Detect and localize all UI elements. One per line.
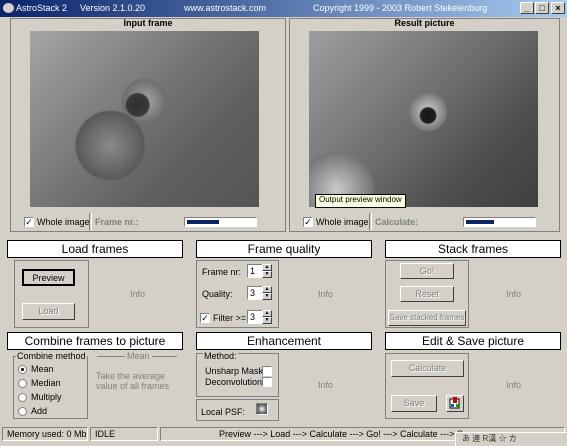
save-picture-button[interactable]: Save (391, 395, 437, 412)
quality-frame-nr-label: Frame nr: (202, 267, 242, 277)
status-memory: Memory used: 0 Mb (2, 427, 88, 441)
output-preview-tooltip: Output preview window (315, 194, 406, 208)
frame-nr-label: Frame nr.: (95, 217, 139, 227)
load-button[interactable]: Load (22, 303, 75, 320)
quality-label: Quality: (202, 289, 233, 299)
input-whole-image-label: Whole image (37, 217, 90, 227)
minimize-button[interactable]: _ (520, 2, 534, 14)
close-button[interactable]: × (551, 2, 565, 14)
result-whole-image-checkbox[interactable]: ✓ (303, 217, 313, 227)
app-title: AstroStack 2 (16, 3, 68, 13)
title-bar[interactable]: AstroStack 2 Version 2.1.0.20 www.astros… (0, 0, 567, 17)
combine-median-label: Median (31, 378, 61, 388)
filter-stepper[interactable]: ▲ ▼ (262, 310, 272, 324)
input-whole-image-checkbox[interactable]: ✓ (24, 217, 34, 227)
combine-method-label: Combine method (16, 351, 87, 361)
maximize-button[interactable]: □ (535, 2, 549, 14)
result-divider (369, 213, 372, 230)
combine-mean-label: Mean (31, 364, 54, 374)
stack-frames-info: Info (506, 289, 522, 299)
result-picture-image[interactable] (309, 31, 538, 207)
local-psf-preview[interactable] (256, 403, 268, 415)
quality-stepper[interactable]: ▲ ▼ (262, 286, 272, 300)
stack-frames-header: Stack frames (385, 240, 561, 258)
enhancement-method-label: Method: (203, 351, 238, 361)
input-frame-title: Input frame (123, 18, 173, 28)
result-whole-image-label: Whole image (316, 217, 369, 227)
combine-median-radio[interactable] (18, 379, 27, 388)
app-copyright: Copyright 1999 - 2003 Robert Stekelenbur… (313, 3, 488, 13)
mean-heading: Mean (125, 351, 152, 361)
combine-add-label: Add (31, 406, 48, 416)
edit-save-info: Info (506, 380, 522, 390)
combine-multiply-radio[interactable] (18, 393, 27, 402)
app-icon (3, 3, 14, 13)
go-button[interactable]: Go! (400, 263, 454, 279)
frame-progress-bar (184, 217, 257, 227)
load-frames-header: Load frames (7, 240, 183, 258)
input-frame-image[interactable] (30, 31, 259, 207)
combine-mean-radio[interactable] (18, 365, 27, 374)
frame-quality-header: Frame quality (196, 240, 372, 258)
frame-quality-info: Info (318, 289, 334, 299)
enhancement-info: Info (318, 380, 334, 390)
edit-save-header: Edit & Save picture (385, 332, 561, 350)
calculate-progress-bar (463, 217, 536, 227)
combine-description: Take the average value of all frames (96, 371, 170, 391)
save-stacked-frames-button[interactable]: Save stacked frames (388, 310, 466, 326)
filter-checkbox[interactable]: ✓ (200, 313, 210, 323)
deconvolution-label: Deconvolution (205, 377, 263, 387)
calculate-button[interactable]: Calculate (391, 360, 464, 377)
combine-multiply-label: Multiply (31, 392, 62, 402)
quality-frame-nr-stepper[interactable]: ▲ ▼ (262, 264, 272, 278)
app-website: www.astrostack.com (184, 3, 267, 13)
unsharp-mask-checkbox[interactable] (262, 366, 272, 376)
status-state: IDLE (90, 427, 158, 441)
combine-frames-header: Combine frames to picture (7, 332, 183, 350)
enhancement-header: Enhancement (196, 332, 372, 350)
paint-editor-icon[interactable] (446, 395, 464, 412)
result-picture-title: Result picture (394, 18, 455, 28)
load-frames-info: Info (130, 289, 146, 299)
filter-label: Filter >= (213, 313, 247, 323)
unsharp-mask-label: Unsharp Mask: (205, 366, 266, 376)
calculate-label: Calculate: (375, 217, 419, 227)
reset-button[interactable]: Reset (400, 286, 454, 302)
deconvolution-checkbox[interactable] (262, 377, 272, 387)
preview-button[interactable]: Preview (22, 269, 75, 286)
input-divider (89, 213, 92, 230)
combine-add-radio[interactable] (18, 407, 27, 416)
local-psf-label: Local PSF: (201, 407, 246, 417)
app-version: Version 2.1.0.20 (80, 3, 146, 13)
ime-toolbar[interactable]: あ 連 R漢 ☆ カ (455, 432, 567, 446)
